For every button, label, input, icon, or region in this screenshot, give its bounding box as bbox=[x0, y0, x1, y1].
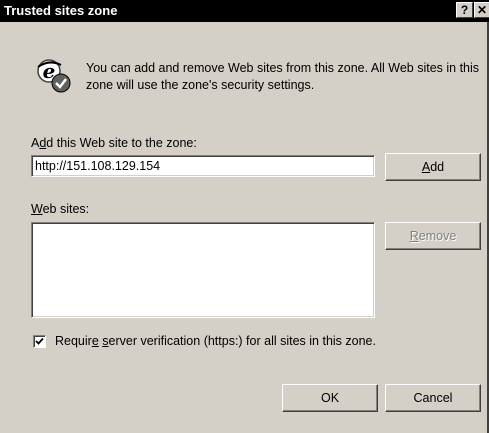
checkmark-icon bbox=[35, 337, 44, 345]
cancel-button[interactable]: Cancel bbox=[385, 384, 481, 412]
close-button[interactable]: ✕ bbox=[474, 2, 489, 18]
trusted-sites-dialog: Trusted sites zone ? ✕ e You can add and… bbox=[0, 0, 489, 433]
ok-button[interactable]: OK bbox=[282, 384, 378, 412]
help-button[interactable]: ? bbox=[456, 2, 473, 18]
server-verification-checkbox[interactable] bbox=[33, 335, 46, 348]
add-button[interactable]: Add bbox=[385, 153, 481, 181]
info-text: You can add and remove Web sites from th… bbox=[86, 61, 480, 92]
title-bar[interactable]: Trusted sites zone ? ✕ bbox=[0, 0, 489, 22]
add-site-input[interactable] bbox=[31, 155, 375, 177]
close-icon: ✕ bbox=[476, 3, 488, 17]
ie-security-icon: e bbox=[35, 55, 75, 95]
add-site-label: Add this Web site to the zone: bbox=[31, 136, 197, 150]
dialog-title: Trusted sites zone bbox=[4, 3, 118, 18]
web-sites-list[interactable] bbox=[31, 222, 375, 318]
remove-button[interactable]: Remove bbox=[385, 222, 481, 250]
server-verification-label[interactable]: Require server verification (https:) for… bbox=[55, 334, 376, 348]
web-sites-label: Web sites: bbox=[31, 202, 90, 216]
